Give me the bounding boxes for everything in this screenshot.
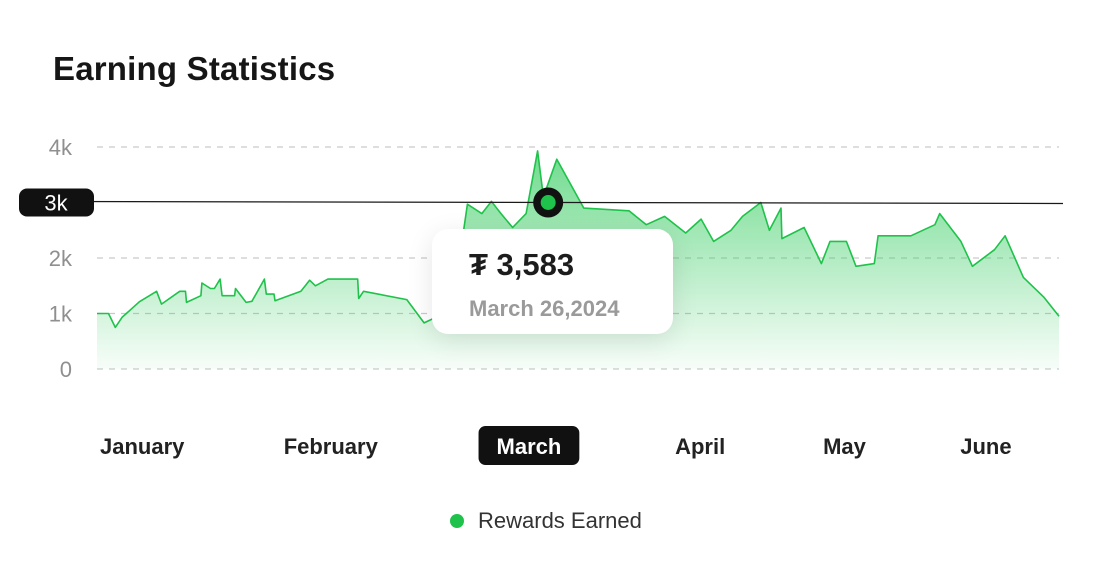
y-tick-label: 0 bbox=[60, 357, 72, 382]
tooltip-date: March 26,2024 bbox=[469, 296, 620, 321]
x-tick-label-may[interactable]: May bbox=[823, 434, 867, 459]
tooltip-value: ₮ 3,583 bbox=[469, 247, 575, 282]
chart-tooltip: ₮ 3,583 March 26,2024 bbox=[432, 229, 673, 334]
legend-dot-icon bbox=[450, 514, 464, 528]
y-tick-label: 1k bbox=[49, 302, 73, 327]
legend-label: Rewards Earned bbox=[478, 508, 642, 533]
x-tick-label-february[interactable]: February bbox=[284, 434, 379, 459]
y-tick-label: 2k bbox=[49, 246, 73, 271]
x-tick-label-january[interactable]: January bbox=[100, 434, 185, 459]
x-tick-label-april[interactable]: April bbox=[675, 434, 725, 459]
y-tick-label: 4k bbox=[49, 135, 73, 160]
highlight-marker-dot bbox=[540, 195, 556, 210]
x-tick-label-june[interactable]: June bbox=[960, 434, 1011, 459]
x-tick-label-march[interactable]: March bbox=[497, 434, 562, 459]
chart-legend: Rewards Earned bbox=[450, 508, 642, 534]
crosshair-badge-label: 3k bbox=[44, 191, 68, 216]
